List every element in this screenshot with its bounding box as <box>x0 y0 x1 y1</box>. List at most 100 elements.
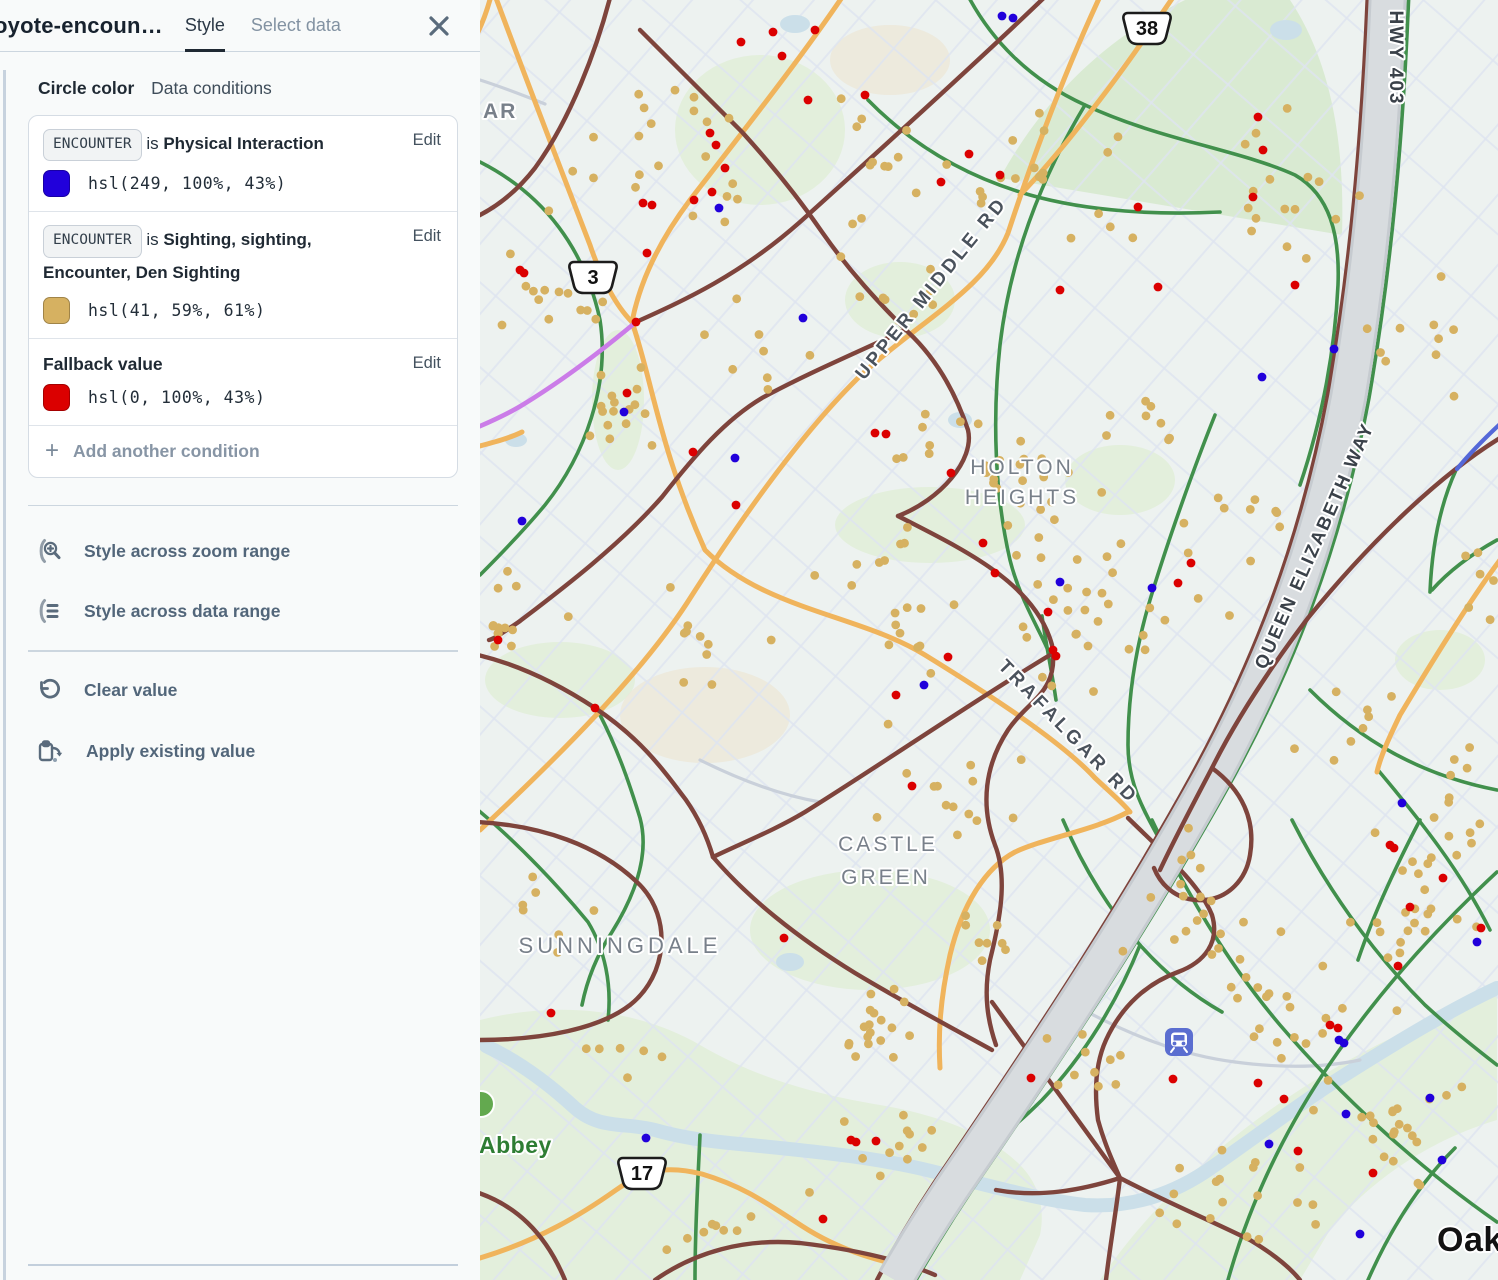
add-condition-button[interactable]: + Add another condition <box>29 426 457 477</box>
dot-physical-interaction <box>518 517 527 526</box>
color-swatch-red[interactable] <box>43 384 70 411</box>
dot-sighting <box>623 1073 632 1082</box>
map-area[interactable]: 38317ARHOLTONHEIGHTSSUNNINGDALECASTLEGRE… <box>480 0 1498 1280</box>
dot-physical-interaction <box>1473 938 1482 947</box>
data-range-label: Style across data range <box>84 601 280 622</box>
dot-sighting <box>1291 205 1300 214</box>
dot-sighting <box>1114 132 1123 141</box>
dot-sighting <box>974 419 983 428</box>
dot-sighting <box>1295 1163 1304 1172</box>
dot-fallback <box>991 569 1000 578</box>
dot-sighting <box>1437 272 1446 281</box>
dot-sighting <box>1016 437 1025 446</box>
dot-sighting <box>1434 334 1443 343</box>
condition-card-sighting[interactable]: ENCOUNTER is Sighting, sighting, Encount… <box>29 212 457 338</box>
dot-sighting <box>1001 945 1010 954</box>
dot-sighting <box>877 1016 886 1025</box>
dot-sighting <box>622 419 631 428</box>
dot-sighting <box>903 603 912 612</box>
dot-sighting <box>608 392 617 401</box>
dot-sighting <box>1011 174 1020 183</box>
dot-sighting <box>866 1006 875 1015</box>
close-icon[interactable] <box>426 13 452 39</box>
condition-cards: ENCOUNTER is Physical Interaction Edit h… <box>28 115 458 478</box>
dot-fallback <box>1390 844 1399 853</box>
dot-fallback <box>689 448 698 457</box>
dot-fallback <box>1169 1075 1178 1084</box>
dot-sighting <box>1302 1039 1311 1048</box>
dot-sighting <box>1128 233 1137 242</box>
dot-sighting <box>1117 539 1126 548</box>
style-across-data-button[interactable]: Style across data range <box>36 598 458 624</box>
dot-fallback <box>1294 1147 1303 1156</box>
dot-fallback <box>1394 962 1403 971</box>
dot-sighting <box>975 938 984 947</box>
dot-sighting <box>712 1221 721 1230</box>
color-swatch-tan[interactable] <box>43 297 70 324</box>
dot-sighting <box>1427 904 1436 913</box>
panel-header: oyote-encoun… Style Select data <box>0 0 480 52</box>
field-chip[interactable]: ENCOUNTER <box>43 129 142 161</box>
condition-card-physical-interaction[interactable]: ENCOUNTER is Physical Interaction Edit h… <box>29 116 457 212</box>
dot-sighting <box>1309 1106 1318 1115</box>
dot-sighting <box>1331 215 1340 224</box>
dot-sighting <box>683 1234 692 1243</box>
edit-link[interactable]: Edit <box>413 131 441 150</box>
dot-fallback <box>871 429 880 438</box>
color-swatch-blue[interactable] <box>43 170 70 197</box>
dot-sighting <box>747 1212 756 1221</box>
apply-existing-value-button[interactable]: Apply existing value <box>36 738 458 766</box>
dot-sighting <box>534 295 543 304</box>
dot-sighting <box>700 330 709 339</box>
dot-sighting <box>899 1111 908 1120</box>
map-canvas[interactable]: 38317ARHOLTONHEIGHTSSUNNINGDALECASTLEGRE… <box>480 0 1498 1280</box>
edit-link[interactable]: Edit <box>413 227 441 246</box>
dot-fallback <box>1044 608 1053 617</box>
dot-sighting <box>1180 519 1189 528</box>
dot-sighting <box>1239 918 1248 927</box>
edit-link[interactable]: Edit <box>413 354 441 373</box>
dot-sighting <box>918 423 927 432</box>
dot-sighting <box>857 115 866 124</box>
dot-sighting <box>1063 584 1072 593</box>
dot-sighting <box>631 183 640 192</box>
dot-sighting <box>1243 1232 1252 1241</box>
dot-sighting <box>1184 824 1193 833</box>
dot-fallback <box>1027 1074 1036 1083</box>
dot-sighting <box>1196 892 1205 901</box>
style-across-zoom-button[interactable]: Style across zoom range <box>36 538 458 564</box>
dot-sighting <box>1384 953 1393 962</box>
dot-sighting <box>609 407 618 416</box>
dot-sighting <box>1388 1106 1397 1115</box>
tab-style[interactable]: Style <box>185 0 225 52</box>
dot-sighting <box>847 581 856 590</box>
dot-sighting <box>696 632 705 641</box>
dot-sighting <box>1371 828 1380 837</box>
dot-sighting <box>1170 935 1179 944</box>
dot-sighting <box>896 629 905 638</box>
dot-sighting <box>858 1154 867 1163</box>
dot-sighting <box>966 761 975 770</box>
clear-value-button[interactable]: Clear value <box>36 678 458 704</box>
dot-sighting <box>1073 555 1082 564</box>
clear-value-label: Clear value <box>84 680 177 701</box>
dot-sighting <box>540 286 549 295</box>
dot-fallback <box>979 539 988 548</box>
tab-select-data[interactable]: Select data <box>251 0 341 52</box>
dot-sighting <box>1309 1200 1318 1209</box>
dot-sighting <box>1387 692 1396 701</box>
dot-sighting <box>889 1053 898 1062</box>
dot-fallback <box>547 1009 556 1018</box>
dot-fallback <box>1406 903 1415 912</box>
dot-physical-interaction <box>1356 1230 1365 1239</box>
dot-sighting <box>494 584 503 593</box>
condition-card-fallback[interactable]: Fallback value Edit hsl(0, 100%, 43%) <box>29 339 457 426</box>
dot-sighting <box>1225 611 1234 620</box>
panel-tabs: Style Select data <box>185 0 341 52</box>
property-mode[interactable]: Data conditions <box>151 78 272 98</box>
dot-sighting <box>755 330 764 339</box>
field-chip[interactable]: ENCOUNTER <box>43 225 142 257</box>
dot-sighting <box>863 1032 872 1041</box>
dot-fallback <box>591 704 600 713</box>
dot-physical-interaction <box>731 454 740 463</box>
